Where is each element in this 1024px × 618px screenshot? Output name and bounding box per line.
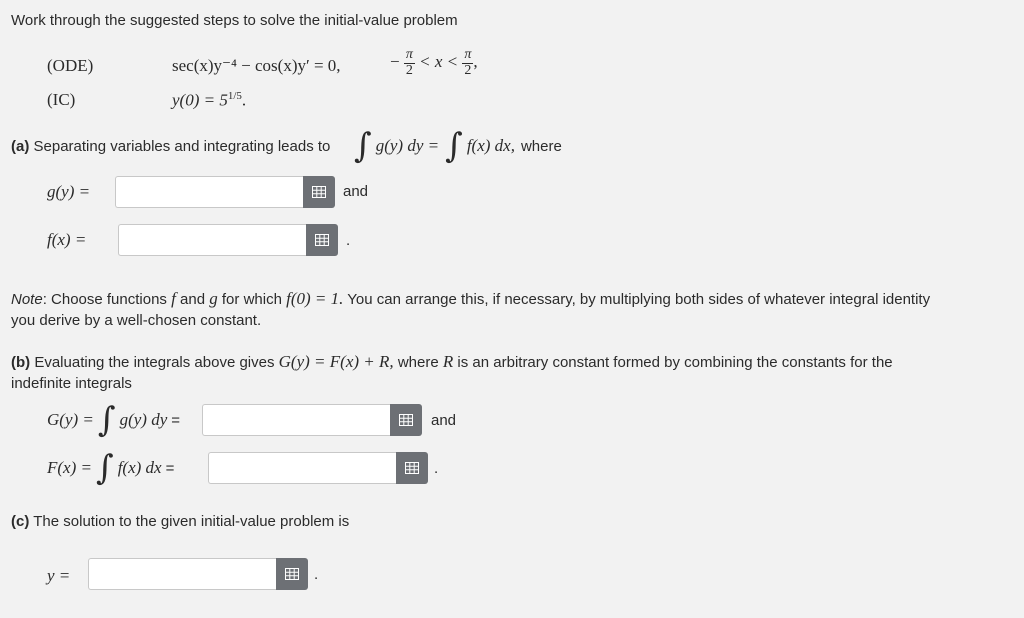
and-text: and: [343, 183, 369, 200]
g-input[interactable]: [115, 176, 303, 208]
integral-sign: ∫: [97, 400, 116, 440]
f-label: f(x) =: [47, 230, 87, 249]
ode-domain: − π2 < x < π2,: [390, 47, 478, 78]
y-answer-field: [88, 558, 308, 590]
y-input[interactable]: [88, 558, 276, 590]
g-label: g(y) =: [47, 182, 91, 201]
integral-sign: ∫: [354, 126, 372, 166]
part-a-integral-identity: ∫ g(y) dy = ∫ f(x) dx, where: [354, 126, 562, 166]
G-keyboard-button[interactable]: [390, 404, 422, 436]
note-line-2: you derive by a well-chosen constant.: [11, 312, 262, 329]
g-answer-field: [115, 176, 335, 208]
y-label: y =: [47, 566, 71, 585]
G-input[interactable]: [202, 404, 390, 436]
keyboard-icon: [405, 462, 419, 474]
f-input[interactable]: [118, 224, 306, 256]
period: .: [346, 232, 351, 249]
keyboard-icon: [315, 234, 329, 246]
period: .: [314, 566, 319, 583]
period: .: [434, 460, 439, 477]
and-text: and: [431, 412, 457, 429]
ode-label: (ODE): [47, 56, 94, 75]
part-a-text: (a) Separating variables and integrating…: [11, 138, 331, 155]
integral-sign: ∫: [95, 448, 114, 488]
g-keyboard-button[interactable]: [303, 176, 335, 208]
part-c-text: (c) The solution to the given initial-va…: [11, 513, 350, 530]
intro-text: Work through the suggested steps to solv…: [11, 12, 458, 29]
ic-equation: y(0) = 51/5.: [172, 90, 247, 110]
F-integral-expression: F(x) = ∫ f(x) dx =: [47, 448, 175, 488]
keyboard-icon: [285, 568, 299, 580]
f-answer-field: [118, 224, 338, 256]
ic-label: (IC): [47, 90, 76, 109]
y-keyboard-button[interactable]: [276, 558, 308, 590]
part-b-text-line-2: indefinite integrals: [11, 375, 132, 392]
F-keyboard-button[interactable]: [396, 452, 428, 484]
keyboard-icon: [312, 186, 326, 198]
ode-equation: sec(x)y⁻⁴ − cos(x)y′ = 0,: [172, 56, 341, 75]
G-integral-expression: G(y) = ∫ g(y) dy =: [47, 400, 181, 440]
keyboard-icon: [399, 414, 413, 426]
f-keyboard-button[interactable]: [306, 224, 338, 256]
note-line-1: Note: Choose functions f and g for which…: [11, 289, 931, 308]
G-answer-field: [202, 404, 422, 436]
part-b-text: (b) Evaluating the integrals above gives…: [11, 352, 893, 371]
integral-sign: ∫: [445, 126, 463, 166]
F-input[interactable]: [208, 452, 396, 484]
F-answer-field: [208, 452, 428, 484]
